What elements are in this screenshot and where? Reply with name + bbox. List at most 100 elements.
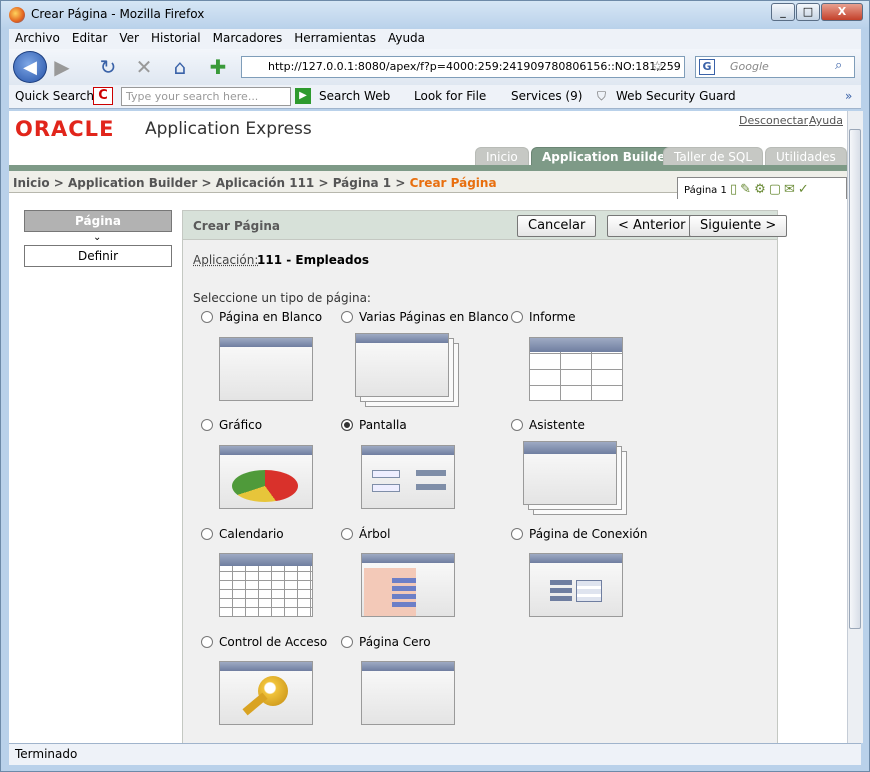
chart-thumbnail[interactable] [219,445,313,509]
add-bookmark-icon[interactable]: ✚ [205,54,231,80]
search-web-button[interactable]: Search Web [319,89,390,103]
page-toolbox: Página 1 ▯✎⚙▢✉✓ [677,177,847,199]
region-header: Crear Página Cancelar < Anterior Siguien… [183,211,788,240]
chevron-down-icon: ⌄ [93,232,102,243]
tab-application-builder[interactable]: Application Builder [531,147,683,165]
shield-icon: ⛉ [597,89,607,103]
radio-icon[interactable] [511,419,523,431]
application-label: Aplicación: [193,253,259,267]
radio-icon[interactable] [341,636,353,648]
minimize-button[interactable]: _ [771,3,795,21]
star-icon[interactable]: ☆ [651,59,664,75]
radio-icon[interactable] [511,528,523,540]
page-tools-icons[interactable]: ▯✎⚙▢✉✓ [730,182,812,197]
firefox-icon [9,7,25,23]
multiple-pages-thumbnail[interactable] [355,333,459,407]
help-link[interactable]: Ayuda [809,114,843,127]
product-name: Application Express [145,119,312,139]
stop-icon[interactable]: ✕ [131,54,157,80]
logout-link[interactable]: Desconectar [739,114,808,127]
google-icon[interactable]: G [699,59,715,75]
radio-selected-icon[interactable] [341,419,353,431]
tab-taller-sql[interactable]: Taller de SQL [663,147,764,165]
page-type-prompt: Seleccione un tipo de página: [193,291,371,305]
magnifier-icon[interactable]: ⌕ [835,58,842,73]
back-arrow-icon[interactable]: ◀ [13,51,47,83]
application-value: 111 - Empleados [257,253,370,267]
login-thumbnail[interactable] [529,553,623,617]
browser-window: Crear Página - Mozilla Firefox _ □ X Arc… [0,0,870,772]
radio-icon[interactable] [201,311,213,323]
title-bar: Crear Página - Mozilla Firefox _ □ X [1,1,869,29]
create-page-region: Crear Página Cancelar < Anterior Siguien… [182,210,788,743]
tree-thumbnail[interactable] [361,553,455,617]
next-button[interactable]: Siguiente > [689,215,788,237]
forward-arrow-icon[interactable]: ▶ [49,54,75,80]
menu-herramientas[interactable]: Herramientas [288,29,382,47]
option-pagina-blanco[interactable]: Página en Blanco [201,310,322,324]
tab-inicio[interactable]: Inicio [475,147,529,165]
menu-archivo[interactable]: Archivo [9,29,66,47]
option-pagina-cero[interactable]: Página Cero [341,635,431,649]
option-calendario[interactable]: Calendario [201,527,284,541]
option-varias-paginas[interactable]: Varias Páginas en Blanco [341,310,509,324]
option-grafico[interactable]: Gráfico [201,418,262,432]
reload-icon[interactable]: ↻ [95,54,121,80]
oracle-logo: ORACLE [15,117,115,141]
home-icon[interactable]: ⌂ [167,54,193,80]
option-asistente[interactable]: Asistente [511,418,585,432]
breadcrumb-aplicacion[interactable]: Aplicación 111 [216,176,315,190]
look-for-file-button[interactable]: Look for File [414,89,486,103]
wizard-step-definir: Definir [24,245,172,267]
wizard-step-pagina: Página [24,210,172,232]
calendar-thumbnail[interactable] [219,553,313,617]
status-bar: Terminado [9,743,861,765]
quick-search-label: Quick Search: [15,89,99,103]
radio-icon[interactable] [201,636,213,648]
web-security-guard-button[interactable]: Web Security Guard [616,89,736,103]
scrollbar-thumb[interactable] [849,129,861,629]
form-thumbnail[interactable] [361,445,455,509]
radio-icon[interactable] [201,419,213,431]
radio-icon[interactable] [341,311,353,323]
pie-chart-icon [232,470,298,502]
engine-icon[interactable]: C [93,87,113,105]
tab-utilidades[interactable]: Utilidades [765,147,847,165]
option-arbol[interactable]: Árbol [341,527,390,541]
menu-bar: Archivo Editar Ver Historial Marcadores Herra… [9,29,861,49]
cancel-button[interactable]: Cancelar [517,215,597,237]
breadcrumb-pagina[interactable]: Página 1 [333,176,391,190]
option-pantalla[interactable]: Pantalla [341,418,407,432]
option-informe[interactable]: Informe [511,310,576,324]
page-number-label: Página 1 [684,185,727,196]
option-control-acceso[interactable]: Control de Acceso [201,635,327,649]
menu-ver[interactable]: Ver [113,29,145,47]
services-button[interactable]: Services (9) [511,89,582,103]
report-thumbnail[interactable] [529,337,623,401]
menu-historial[interactable]: Historial [145,29,207,47]
quick-search-input[interactable]: Type your search here... [121,87,291,106]
page-zero-thumbnail[interactable] [361,661,455,725]
url-input[interactable]: http://127.0.0.1:8080/apex/f?p=4000:259:… [241,56,685,78]
breadcrumb-inicio[interactable]: Inicio [13,176,50,190]
radio-icon[interactable] [201,528,213,540]
close-button[interactable]: X [821,3,863,21]
page-content: ORACLE Application Express Desconectar A… [9,111,847,743]
wizard-thumbnail[interactable] [523,441,627,515]
blank-page-thumbnail[interactable] [219,337,313,401]
chevron-right-icon[interactable]: » [845,89,852,103]
menu-marcadores[interactable]: Marcadores [207,29,289,47]
radio-icon[interactable] [511,311,523,323]
region-title: Crear Página [193,219,280,233]
radio-icon[interactable] [341,528,353,540]
menu-ayuda[interactable]: Ayuda [382,29,431,47]
maximize-button[interactable]: □ [796,3,820,21]
breadcrumb-current: Crear Página [409,176,497,190]
access-control-thumbnail[interactable] [219,661,313,725]
quick-search-toolbar: Quick Search: C Type your search here...… [9,85,861,109]
option-pagina-conexion[interactable]: Página de Conexión [511,527,647,541]
menu-editar[interactable]: Editar [66,29,114,47]
breadcrumb-app-builder[interactable]: Application Builder [68,176,197,190]
search-input[interactable]: Google [695,56,855,78]
previous-button[interactable]: < Anterior [607,215,697,237]
